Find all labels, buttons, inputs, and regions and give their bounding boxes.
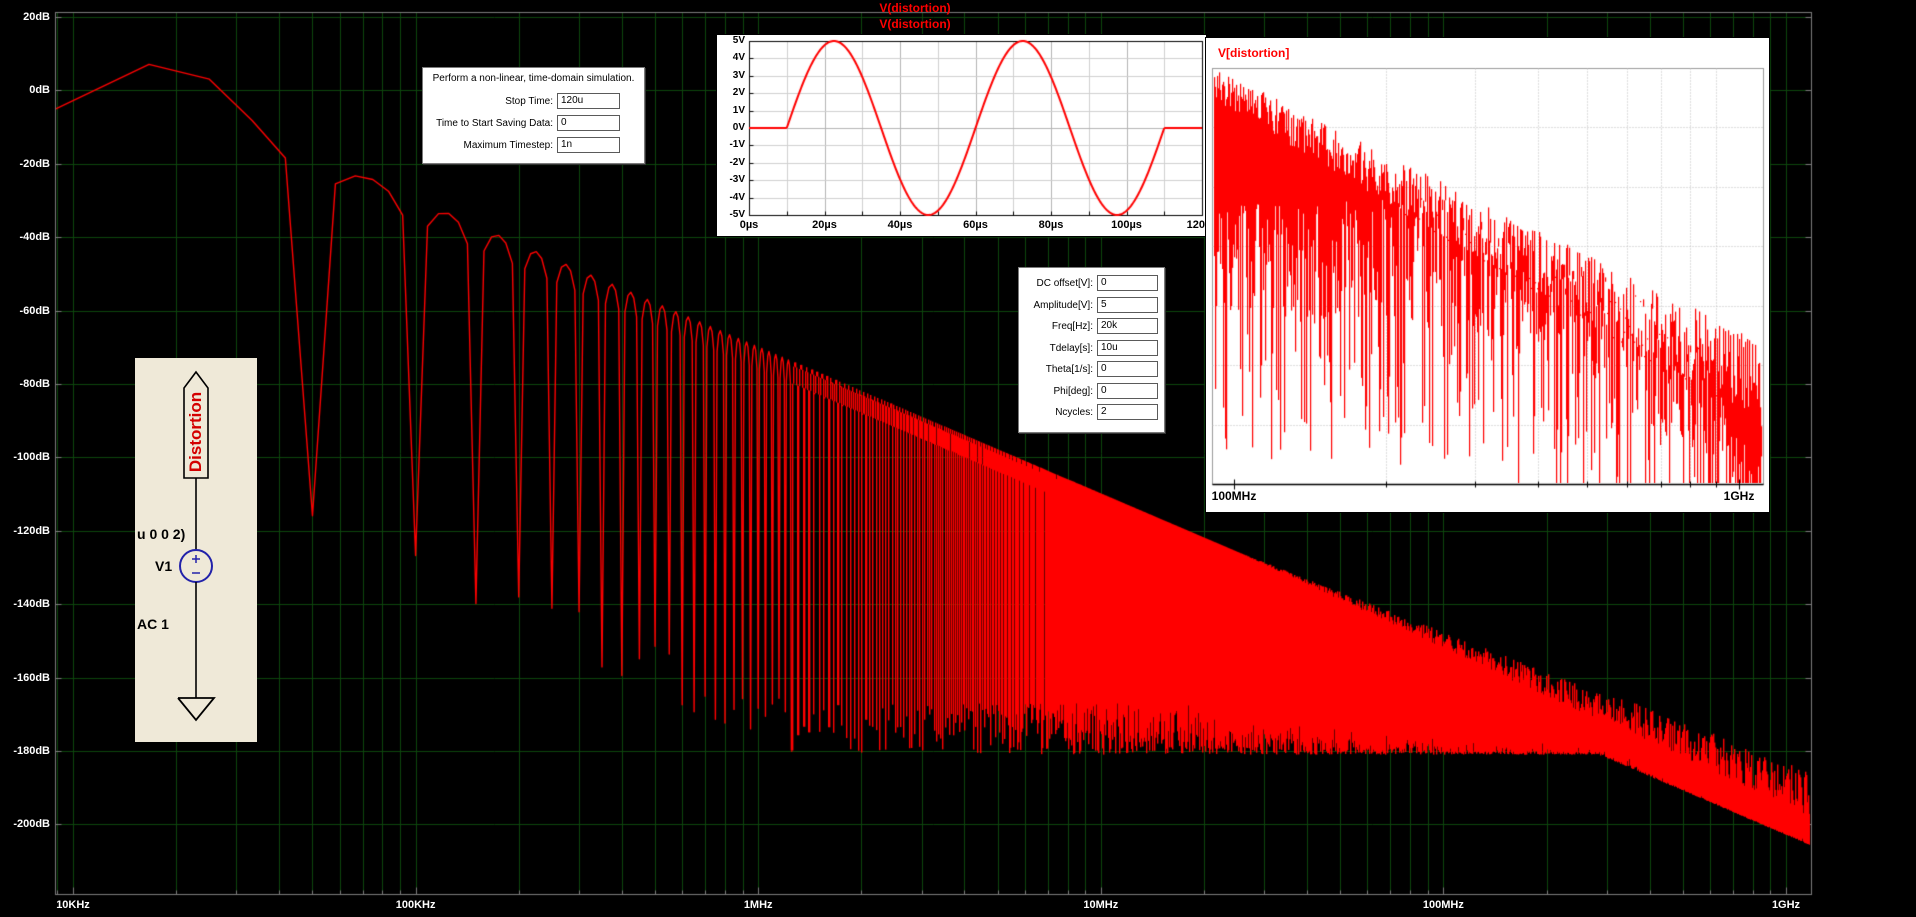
field-label-ncycles: Ncycles: xyxy=(1055,407,1093,418)
time-y-label: -4V xyxy=(729,191,745,203)
time-y-label: -2V xyxy=(729,156,745,168)
theta-1-s-input[interactable]: 0 xyxy=(1097,361,1158,377)
source-spice-text: u 0 0 2) xyxy=(137,526,186,542)
time-y-label: 2V xyxy=(732,87,745,99)
y-axis-label: -160dB xyxy=(13,671,50,684)
field-label-amplitude-v: Amplitude[V]: xyxy=(1033,300,1093,311)
x-axis-label: 1MHz xyxy=(743,899,773,911)
x-axis-label: 1GHz xyxy=(1771,899,1801,911)
time-x-label: 40µs xyxy=(887,219,913,231)
transient-sim-dialog: Perform a non-linear, time-domain simula… xyxy=(422,67,645,164)
ltspice-window: V(distortion) V(distortion) 20dB 0dB -20dB… xyxy=(0,0,1916,917)
time-x-label: 0µs xyxy=(739,219,759,231)
y-axis-label: -100dB xyxy=(13,451,50,464)
time-y-label: 4V xyxy=(732,52,745,64)
sim-dialog-header: Perform a non-linear, time-domain simula… xyxy=(432,73,635,84)
field-label-theta-1-s: Theta[1/s]: xyxy=(1045,364,1093,375)
sine-source-dialog: DC offset[V]: 0 Amplitude[V]: 5 Freq[Hz]: 20k… xyxy=(1018,267,1165,433)
x-axis-label: 10KHz xyxy=(56,899,90,911)
x-axis-label: 10MHz xyxy=(1083,899,1119,911)
source-designator[interactable]: V1 xyxy=(155,558,172,574)
y-axis-label: -180dB xyxy=(13,745,50,757)
amplitude-v-input[interactable]: 5 xyxy=(1097,297,1158,313)
zoom-inset-title: V[distortion] xyxy=(1218,46,1290,60)
y-axis-label: -60dB xyxy=(19,304,50,317)
time-y-label: 3V xyxy=(732,69,745,81)
ground-symbol[interactable] xyxy=(177,697,216,722)
field-label-phi-deg: Phi[deg]: xyxy=(1053,386,1093,397)
x-axis-label: 100MHz xyxy=(1422,899,1464,911)
tdelay-s-input[interactable]: 10u xyxy=(1097,340,1158,356)
source-ac-value[interactable]: AC 1 xyxy=(137,616,169,632)
fft-zoom-inset: V[distortion] 100MHz 1GHz xyxy=(1205,37,1770,513)
zoom-x-label: 1GHz xyxy=(1723,489,1755,503)
phi-deg-input[interactable]: 0 xyxy=(1097,383,1158,399)
voltage-source-symbol[interactable] xyxy=(179,549,213,583)
fft-zoom-plot[interactable] xyxy=(1206,38,1769,512)
y-axis-label: 20dB xyxy=(23,11,50,23)
stop-time-input[interactable]: 120u xyxy=(557,93,620,109)
schematic-view: Distortion u 0 0 2) V1 AC 1 xyxy=(135,358,257,742)
main-plot-title: V(distortion) xyxy=(879,1,951,15)
field-label-time-to-start-saving-data: Time to Start Saving Data: xyxy=(436,118,553,129)
time-x-label: 60µs xyxy=(963,219,988,231)
time-y-label: 5V xyxy=(732,35,745,46)
field-label-dc-offset-v: DC offset[V]: xyxy=(1036,278,1093,289)
field-label-freq-hz: Freq[Hz]: xyxy=(1051,321,1093,332)
y-axis-label: -200dB xyxy=(13,818,50,831)
time-x-label: 120µs xyxy=(1186,219,1206,231)
time-domain-inset: 5V 4V 3V 2V 1V 0V -1V -2V -3V -4V -5V 0µs 20µs 40µs 6… xyxy=(716,34,1207,237)
net-flag-label[interactable]: Distortion xyxy=(186,392,206,472)
time-to-start-saving-data-input[interactable]: 0 xyxy=(557,115,620,131)
y-axis-label: -40dB xyxy=(19,231,50,244)
time-y-label: -3V xyxy=(729,174,745,186)
freq-hz-input[interactable]: 20k xyxy=(1097,318,1158,334)
dc-offset-v-input[interactable]: 0 xyxy=(1097,275,1158,291)
field-label-tdelay-s: Tdelay[s]: xyxy=(1049,343,1093,354)
maximum-timestep-input[interactable]: 1n xyxy=(557,137,620,153)
field-label-stop-time: Stop Time: xyxy=(505,96,553,107)
y-axis-label: -20dB xyxy=(19,157,50,170)
time-domain-plot[interactable] xyxy=(717,35,1206,236)
y-axis-label: -140dB xyxy=(13,598,50,611)
time-y-label: -1V xyxy=(729,139,745,151)
time-inset-title: V(distortion) xyxy=(879,17,951,31)
time-x-label: 20µs xyxy=(812,219,837,231)
zoom-x-label: 100MHz xyxy=(1211,489,1257,503)
x-axis-label: 100KHz xyxy=(395,899,436,911)
y-axis-label: 0dB xyxy=(29,84,50,97)
ncycles-input[interactable]: 2 xyxy=(1097,404,1158,420)
y-axis-label: -80dB xyxy=(19,378,50,390)
time-y-label: 0V xyxy=(732,122,745,133)
time-y-label: 1V xyxy=(732,104,745,116)
field-label-maximum-timestep: Maximum Timestep: xyxy=(463,140,553,151)
time-x-label: 100µs xyxy=(1111,219,1142,231)
time-x-label: 80µs xyxy=(1038,219,1064,231)
y-axis-label: -120dB xyxy=(13,524,50,537)
